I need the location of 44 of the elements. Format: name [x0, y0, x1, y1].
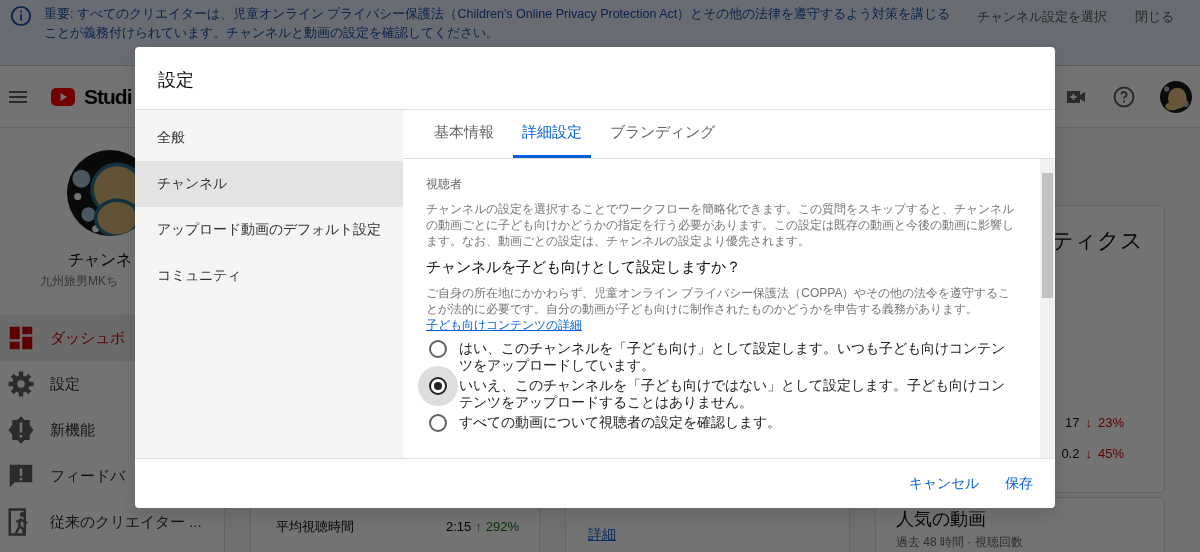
metric-value: 17	[1065, 413, 1080, 432]
settings-icon	[6, 369, 36, 399]
nav-item[interactable]: 全般	[135, 115, 403, 161]
nav-item[interactable]: コミュニティ	[135, 253, 403, 299]
nav-item[interactable]: アップロード動画のデフォルト設定	[135, 207, 403, 253]
question-heading: チャンネルを子ども向けとして設定しますか？	[426, 257, 742, 277]
nav-item[interactable]: 新機能	[0, 407, 224, 453]
scrollbar[interactable]	[1040, 159, 1055, 458]
info-icon	[10, 5, 32, 27]
option-label: はい、このチャンネルを「子ども向け」として設定します。いつも子ども向けコンテンツをアップロードしています。	[459, 339, 1006, 374]
option-label: すべての動画について視聴者の設定を確認します。	[459, 413, 781, 431]
radio-button[interactable]	[429, 413, 447, 432]
change-percent: 23%	[1097, 413, 1124, 432]
note-text: ご自身の所在地にかかわらず、児童オンライン プライバシー保護法（COPPA）やその他の法令を遵守することが法的に必要です。自分の動画が子ども向けに制作されたものかどうかを申告する義務があります。 子ども向けコンテンツの詳細	[426, 284, 1012, 333]
logo-text: Studi	[84, 83, 132, 110]
nav-item[interactable]: チャンネル	[135, 161, 403, 207]
stat-label: 平均視聴時間	[276, 518, 354, 537]
channel-title: チャンネ	[68, 250, 132, 270]
learn-more-link[interactable]: 子ども向けコンテンツの詳細	[426, 317, 582, 332]
card-title: 人気の動画	[895, 508, 987, 531]
section-label: 視聴者	[426, 176, 463, 193]
trend-arrow: ↑	[475, 518, 482, 537]
change-percent: 292%	[485, 518, 519, 537]
tab[interactable]: ブランディング	[601, 109, 724, 158]
help-icon[interactable]	[1112, 84, 1136, 109]
tab[interactable]: 基本情報	[425, 109, 503, 158]
card-title: ティクス	[1051, 227, 1143, 255]
description-text: チャンネルの設定を選択することでワークフローを簡略化できます。この質問をスキップすると、チャンネルの動画ごとに子ども向けかどうかの指定を行う必要があります。この設定は既存の動画と今後の動画に影響します。なお、動画ごとの設定は、チャンネルの設定より優先されます。	[426, 201, 1015, 249]
card-subtitle: 過去 48 時間 · 視聴回数	[895, 534, 1024, 551]
tab[interactable]: 詳細設定	[513, 109, 591, 158]
alert-badge-icon	[6, 415, 36, 445]
save-button[interactable]: 保存	[995, 467, 1043, 500]
nav-item[interactable]: 従来のクリエイター ...	[0, 499, 224, 545]
nav-item[interactable]: 設定	[0, 361, 224, 407]
cancel-button[interactable]: キャンセル	[899, 467, 989, 500]
change-percent: 45%	[1097, 444, 1124, 463]
trend-arrow: ↓	[1085, 444, 1092, 463]
nav-item[interactable]: フィードバ	[0, 453, 224, 499]
stat-value: 2:15	[445, 518, 472, 537]
option-label: いいえ、このチャンネルを「子ども向けではない」として設定します。子ども向けコンテンツをアップロードすることはありません。	[459, 376, 1006, 411]
trend-arrow: ↓	[1085, 413, 1092, 432]
metric-value: 0.2	[1061, 444, 1080, 463]
notice-text: 重要: すべてのクリエイターは、児童オンライン プライバシー保護法（Children's Online Privacy Protection Act）とその他の法律を遵守するよう対策を講じることが義務付けられています。チャンネルと動画の設定を確認してください。	[44, 6, 952, 42]
radio-button[interactable]	[429, 339, 447, 358]
